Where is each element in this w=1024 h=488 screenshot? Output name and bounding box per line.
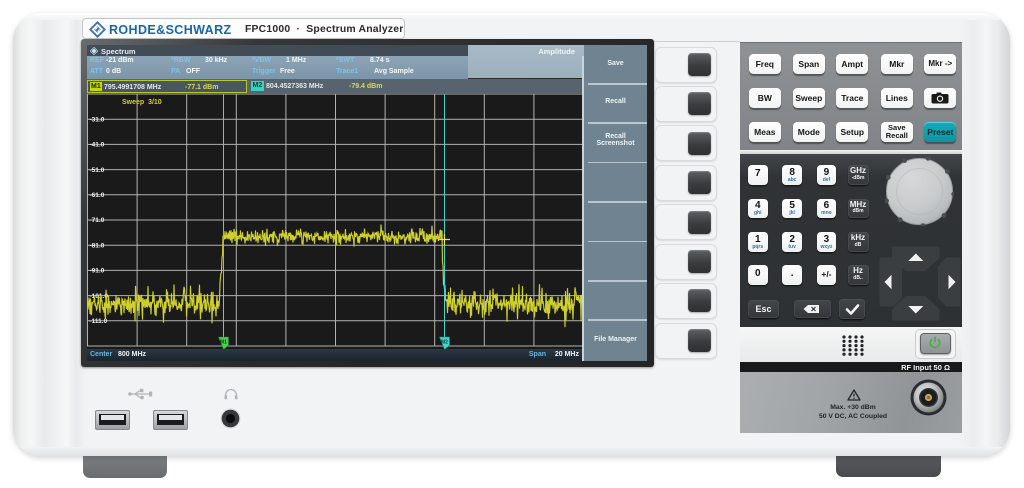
svg-text:Sweep 3/10: Sweep 3/10 [122, 99, 162, 106]
svg-text:-61.0: -61.0 [90, 192, 105, 199]
svg-text:-91.0: -91.0 [90, 268, 105, 275]
svg-text:-81.0: -81.0 [90, 242, 105, 249]
svg-text:M1: M1 [220, 340, 227, 346]
svg-text:M2: M2 [441, 340, 448, 346]
svg-text:-51.0: -51.0 [90, 167, 105, 174]
svg-text:-111.0: -111.0 [90, 318, 108, 325]
svg-text:-41.0: -41.0 [90, 142, 105, 149]
svg-text:-31.0: -31.0 [90, 116, 105, 123]
svg-text:-71.0: -71.0 [90, 217, 105, 224]
